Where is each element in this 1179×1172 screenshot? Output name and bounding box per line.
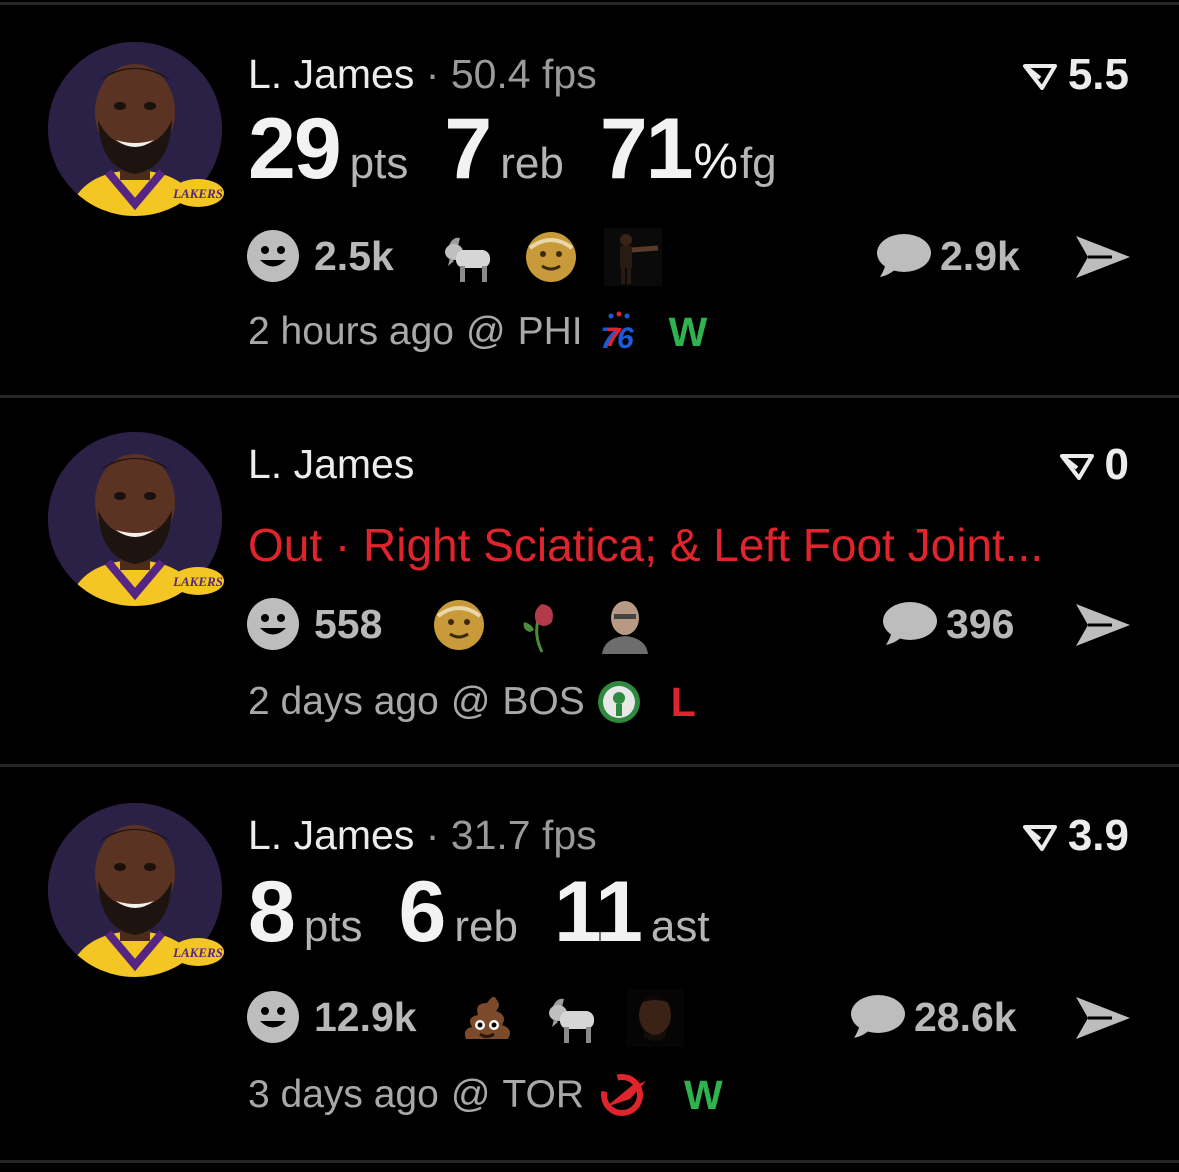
reaction-button[interactable]: 2.5k [246,228,394,284]
game-meta: 2 days ago @ BOS L [248,678,696,726]
stat-label: ast [650,902,710,951]
stat-label: pts [349,139,409,188]
time-ago: 2 hours ago [248,310,454,353]
game-result: L [670,678,696,725]
share-icon[interactable] [1074,993,1132,1043]
old-man-emoji-icon[interactable] [430,596,488,654]
trend-icon [1022,821,1058,851]
reaction-button[interactable]: 558 [246,596,382,652]
goat-emoji-icon[interactable] [542,989,600,1047]
stat-value: 71 [599,101,694,197]
player-name[interactable]: L. James [248,441,414,487]
old-man-emoji-icon[interactable] [522,228,580,286]
fantasy-value[interactable]: 5.5 [1022,50,1129,100]
time-ago: 3 days ago [248,1073,439,1116]
trend-icon [1022,60,1058,90]
stat-label: fg [739,139,777,188]
fantasy-value[interactable]: 3.9 [1022,811,1129,861]
wilted-flower-emoji-icon[interactable] [512,596,570,654]
game-result: W [684,1071,723,1118]
opponent-name[interactable]: BOS [502,680,584,724]
player-face-sticker-icon[interactable] [626,989,684,1047]
lakers-logo-icon [168,564,228,598]
time-ago: 2 days ago [248,680,439,723]
comment-bubble-icon [872,231,932,281]
fantasy-points: 31.7 fps [450,812,597,858]
share-icon[interactable] [1074,232,1132,282]
player-name[interactable]: L. James [248,812,414,858]
separator: · [425,812,440,858]
comment-button[interactable]: 396 [878,596,1014,652]
raptors-logo-icon [596,1071,654,1119]
goat-emoji-icon[interactable] [438,228,496,286]
game-result: W [668,308,708,355]
feed-card[interactable]: L. James 0 Out · Right Sciatica; & Left … [0,398,1179,764]
bald-person-sticker-icon[interactable] [596,596,654,654]
stat-label: reb [454,902,518,951]
stat-value: 29 [248,101,342,197]
at-sign: @ [450,680,491,723]
fantasy-value-text: 0 [1104,440,1129,489]
poop-emoji-icon[interactable] [458,989,516,1047]
fantasy-value-text: 5.5 [1067,50,1129,99]
trend-icon [1059,450,1095,480]
fantasy-points: 50.4 fps [450,51,597,97]
comment-bubble-icon [878,599,938,649]
stat-label: pts [303,902,363,951]
fantasy-value[interactable]: 0 [1059,440,1129,490]
celtics-logo-icon [597,678,641,726]
lakers-logo-icon [168,935,228,969]
stat-line: 8 pts 6 reb 11 ast [248,863,746,962]
stat-value: 11 [553,864,643,960]
comment-button[interactable]: 28.6k [846,989,1017,1045]
game-meta: 2 hours ago @ PHI W [248,308,707,356]
reaction-button[interactable]: 12.9k [246,989,417,1045]
comment-count: 2.9k [940,232,1020,279]
smiley-icon [246,597,300,651]
smiley-icon [246,990,300,1044]
reaction-count: 12.9k [314,993,417,1040]
lakers-logo-icon [168,176,228,210]
player-sticker-icon[interactable] [604,228,662,286]
stat-line: 29 pts 7 reb 71 % fg [248,100,813,199]
feed-card[interactable]: L. James · 50.4 fps 5.5 29 pts 7 reb 71 … [0,0,1179,396]
sixers-logo-icon [595,308,639,356]
comment-count: 396 [946,600,1015,647]
comment-count: 28.6k [914,993,1017,1040]
stat-label: reb [500,139,564,188]
player-name[interactable]: L. James [248,51,414,97]
game-meta: 3 days ago @ TOR W [248,1071,723,1119]
injury-status: Out · Right Sciatica; & Left Foot Joint.… [248,519,1044,571]
smiley-icon [246,229,300,283]
reaction-count: 558 [314,600,383,647]
comment-button[interactable]: 2.9k [872,228,1020,284]
share-icon[interactable] [1074,600,1132,650]
opponent-name[interactable]: TOR [502,1073,584,1117]
stat-value: 6 [398,864,447,960]
separator: · [425,51,440,97]
stat-value: 7 [444,101,492,197]
stat-percent: % [693,133,738,189]
at-sign: @ [450,1073,491,1116]
comment-bubble-icon [846,992,906,1042]
fantasy-value-text: 3.9 [1067,811,1129,860]
bottom-divider [0,1160,1179,1163]
feed-card[interactable]: L. James · 31.7 fps 3.9 8 pts 6 reb 11 a… [0,767,1179,1167]
stat-value: 8 [248,864,296,960]
opponent-name[interactable]: PHI [518,310,583,354]
reaction-count: 2.5k [314,232,394,279]
at-sign: @ [466,310,506,353]
